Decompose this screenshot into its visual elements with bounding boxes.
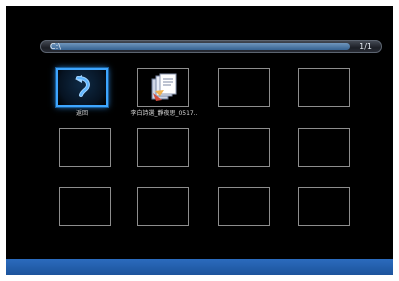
grid-item-empty[interactable] (59, 128, 111, 167)
grid-item-file[interactable] (137, 68, 189, 107)
grid-item-empty[interactable] (218, 128, 270, 167)
grid-item-empty[interactable] (59, 187, 111, 226)
grid-item-empty[interactable] (298, 68, 350, 107)
back-arrow-icon (75, 75, 90, 97)
grid-item-empty[interactable] (298, 128, 350, 167)
grid-item-empty[interactable] (137, 187, 189, 226)
path-bar: C:\ 1/1 (40, 40, 382, 53)
grid-item-empty[interactable] (218, 68, 270, 107)
current-path: C:\ (50, 42, 61, 51)
file-browser-screen: C:\ 1/1 返回 李白詩選_靜夜思_0517.. (6, 6, 393, 275)
grid-item-back[interactable] (56, 68, 108, 107)
grid-item-empty[interactable] (218, 187, 270, 226)
path-bar-highlight (50, 43, 350, 50)
grid-item-empty[interactable] (137, 128, 189, 167)
grid-item-empty[interactable] (298, 187, 350, 226)
page-indicator: 1/1 (359, 42, 372, 51)
grid-item-label: 返回 (75, 110, 88, 117)
document-icon (151, 73, 177, 101)
grid-item-label: 李白詩選_靜夜思_0517.. (130, 110, 198, 117)
bottom-status-bar (6, 259, 393, 275)
